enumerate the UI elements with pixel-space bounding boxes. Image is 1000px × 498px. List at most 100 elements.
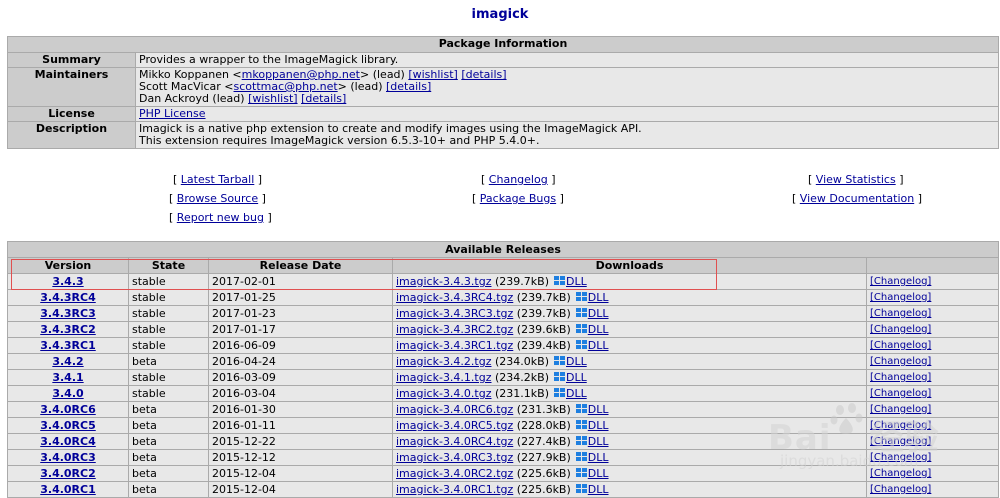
dll-download-link[interactable]: DLL bbox=[566, 275, 587, 288]
tgz-download-link[interactable]: imagick-3.4.3RC3.tgz bbox=[396, 307, 513, 320]
dll-download-link[interactable]: DLL bbox=[588, 483, 609, 496]
release-version: 3.4.3RC4 bbox=[7, 289, 129, 306]
changelog-row-link[interactable]: [Changelog] bbox=[870, 276, 931, 287]
changelog-row-link[interactable]: [Changelog] bbox=[870, 324, 931, 335]
tgz-download-link[interactable]: imagick-3.4.0RC2.tgz bbox=[396, 467, 513, 480]
changelog-row-link[interactable]: [Changelog] bbox=[870, 468, 931, 479]
dll-download-link[interactable]: DLL bbox=[588, 403, 609, 416]
bracket: [ bbox=[169, 192, 174, 205]
tgz-download-link[interactable]: imagick-3.4.3RC2.tgz bbox=[396, 323, 513, 336]
view-documentation-link[interactable]: View Documentation bbox=[800, 192, 914, 205]
tgz-download-link[interactable]: imagick-3.4.0.tgz bbox=[396, 387, 492, 400]
release-downloads: imagick-3.4.0RC1.tgz (225.6kB) DLL bbox=[392, 481, 867, 498]
release-downloads: imagick-3.4.0RC4.tgz (227.4kB) DLL bbox=[392, 433, 867, 450]
dll-download-link[interactable]: DLL bbox=[588, 291, 609, 304]
changelog-link[interactable]: Changelog bbox=[489, 173, 548, 186]
changelog-row-link[interactable]: [Changelog] bbox=[870, 452, 931, 463]
version-link[interactable]: 3.4.0RC1 bbox=[40, 483, 96, 496]
release-changelog: [Changelog] bbox=[866, 353, 999, 370]
release-date: 2015-12-22 bbox=[208, 433, 393, 450]
maintainer-row: Dan Ackroyd (lead) [wishlist] [details] bbox=[139, 93, 995, 105]
tgz-download-link[interactable]: imagick-3.4.0RC1.tgz bbox=[396, 483, 513, 496]
version-link[interactable]: 3.4.1 bbox=[52, 371, 83, 384]
release-row: 3.4.0RC5 beta 2016-01-11 imagick-3.4.0RC5.t… bbox=[7, 417, 999, 434]
details-link[interactable]: [details] bbox=[301, 92, 346, 105]
changelog-row-link[interactable]: [Changelog] bbox=[870, 292, 931, 303]
tgz-download-link[interactable]: imagick-3.4.3RC1.tgz bbox=[396, 339, 513, 352]
dll-download-link[interactable]: DLL bbox=[566, 371, 587, 384]
release-state: stable bbox=[128, 385, 209, 402]
browse-source-link[interactable]: Browse Source bbox=[177, 192, 258, 205]
dll-download-link[interactable]: DLL bbox=[588, 419, 609, 432]
tgz-download-link[interactable]: imagick-3.4.3RC4.tgz bbox=[396, 291, 513, 304]
release-downloads: imagick-3.4.1.tgz (234.2kB) DLL bbox=[392, 369, 867, 386]
dll-download-link[interactable]: DLL bbox=[588, 323, 609, 336]
report-bug-link[interactable]: Report new bug bbox=[177, 211, 264, 224]
windows-icon bbox=[554, 372, 565, 382]
maintainers-value: Mikko Koppanen <mkoppanen@php.net> (lead… bbox=[135, 67, 999, 107]
version-link[interactable]: 3.4.3RC3 bbox=[40, 307, 96, 320]
dll-download-link[interactable]: DLL bbox=[588, 451, 609, 464]
dll-download-link[interactable]: DLL bbox=[588, 435, 609, 448]
dll-download-link[interactable]: DLL bbox=[566, 387, 587, 400]
dll-download-link[interactable]: DLL bbox=[588, 339, 609, 352]
changelog-row-link[interactable]: [Changelog] bbox=[870, 436, 931, 447]
version-link[interactable]: 3.4.3 bbox=[52, 275, 83, 288]
tgz-download-link[interactable]: imagick-3.4.0RC6.tgz bbox=[396, 403, 513, 416]
changelog-row-link[interactable]: [Changelog] bbox=[870, 404, 931, 415]
tgz-download-link[interactable]: imagick-3.4.1.tgz bbox=[396, 371, 492, 384]
package-bugs-link[interactable]: Package Bugs bbox=[480, 192, 556, 205]
page-title: imagick bbox=[471, 7, 529, 22]
package-bugs-item: [ Package Bugs ] bbox=[472, 192, 564, 205]
changelog-row-link[interactable]: [Changelog] bbox=[870, 484, 931, 495]
dll-download-link[interactable]: DLL bbox=[588, 307, 609, 320]
version-link[interactable]: 3.4.3RC4 bbox=[40, 291, 96, 304]
tgz-download-link[interactable]: imagick-3.4.2.tgz bbox=[396, 355, 492, 368]
changelog-row-link[interactable]: [Changelog] bbox=[870, 420, 931, 431]
details-link[interactable]: [details] bbox=[386, 80, 431, 93]
latest-tarball-link[interactable]: Latest Tarball bbox=[181, 173, 255, 186]
dll-download-link[interactable]: DLL bbox=[566, 355, 587, 368]
details-link[interactable]: [details] bbox=[461, 68, 506, 81]
tgz-download-link[interactable]: imagick-3.4.0RC3.tgz bbox=[396, 451, 513, 464]
release-date: 2016-03-09 bbox=[208, 369, 393, 386]
bracket: [ bbox=[169, 211, 174, 224]
wishlist-link[interactable]: [wishlist] bbox=[248, 92, 298, 105]
version-link[interactable]: 3.4.0 bbox=[52, 387, 83, 400]
version-link[interactable]: 3.4.2 bbox=[52, 355, 83, 368]
file-size: (239.7kB) bbox=[516, 307, 571, 320]
col-changelog bbox=[866, 257, 999, 274]
release-changelog: [Changelog] bbox=[866, 481, 999, 498]
version-link[interactable]: 3.4.0RC6 bbox=[40, 403, 96, 416]
releases-header: Available Releases bbox=[7, 241, 999, 258]
version-link[interactable]: 3.4.3RC2 bbox=[40, 323, 96, 336]
windows-icon bbox=[575, 484, 587, 494]
view-statistics-link[interactable]: View Statistics bbox=[816, 173, 896, 186]
browse-source-item: [ Browse Source ] bbox=[169, 192, 266, 205]
version-link[interactable]: 3.4.3RC1 bbox=[40, 339, 96, 352]
tgz-download-link[interactable]: imagick-3.4.0RC5.tgz bbox=[396, 419, 513, 432]
dll-download-link[interactable]: DLL bbox=[588, 467, 609, 480]
changelog-row-link[interactable]: [Changelog] bbox=[870, 340, 931, 351]
release-state: beta bbox=[128, 417, 209, 434]
windows-icon bbox=[575, 420, 587, 430]
release-date: 2016-06-09 bbox=[208, 337, 393, 354]
license-link[interactable]: PHP License bbox=[139, 107, 206, 120]
release-date: 2016-01-11 bbox=[208, 417, 393, 434]
changelog-row-link[interactable]: [Changelog] bbox=[870, 372, 931, 383]
tgz-download-link[interactable]: imagick-3.4.0RC4.tgz bbox=[396, 435, 513, 448]
release-row: 3.4.3RC2 stable 2017-01-17 imagick-3.4.3RC2… bbox=[7, 321, 999, 338]
changelog-row-link[interactable]: [Changelog] bbox=[870, 388, 931, 399]
release-downloads: imagick-3.4.0.tgz (231.1kB) DLL bbox=[392, 385, 867, 402]
version-link[interactable]: 3.4.0RC2 bbox=[40, 467, 96, 480]
license-value: PHP License bbox=[135, 106, 999, 122]
release-date: 2017-01-23 bbox=[208, 305, 393, 322]
version-link[interactable]: 3.4.0RC3 bbox=[40, 451, 96, 464]
version-link[interactable]: 3.4.0RC5 bbox=[40, 419, 96, 432]
changelog-row-link[interactable]: [Changelog] bbox=[870, 308, 931, 319]
tgz-download-link[interactable]: imagick-3.4.3.tgz bbox=[396, 275, 492, 288]
windows-icon bbox=[575, 340, 587, 350]
version-link[interactable]: 3.4.0RC4 bbox=[40, 435, 96, 448]
release-changelog: [Changelog] bbox=[866, 449, 999, 466]
changelog-row-link[interactable]: [Changelog] bbox=[870, 356, 931, 367]
